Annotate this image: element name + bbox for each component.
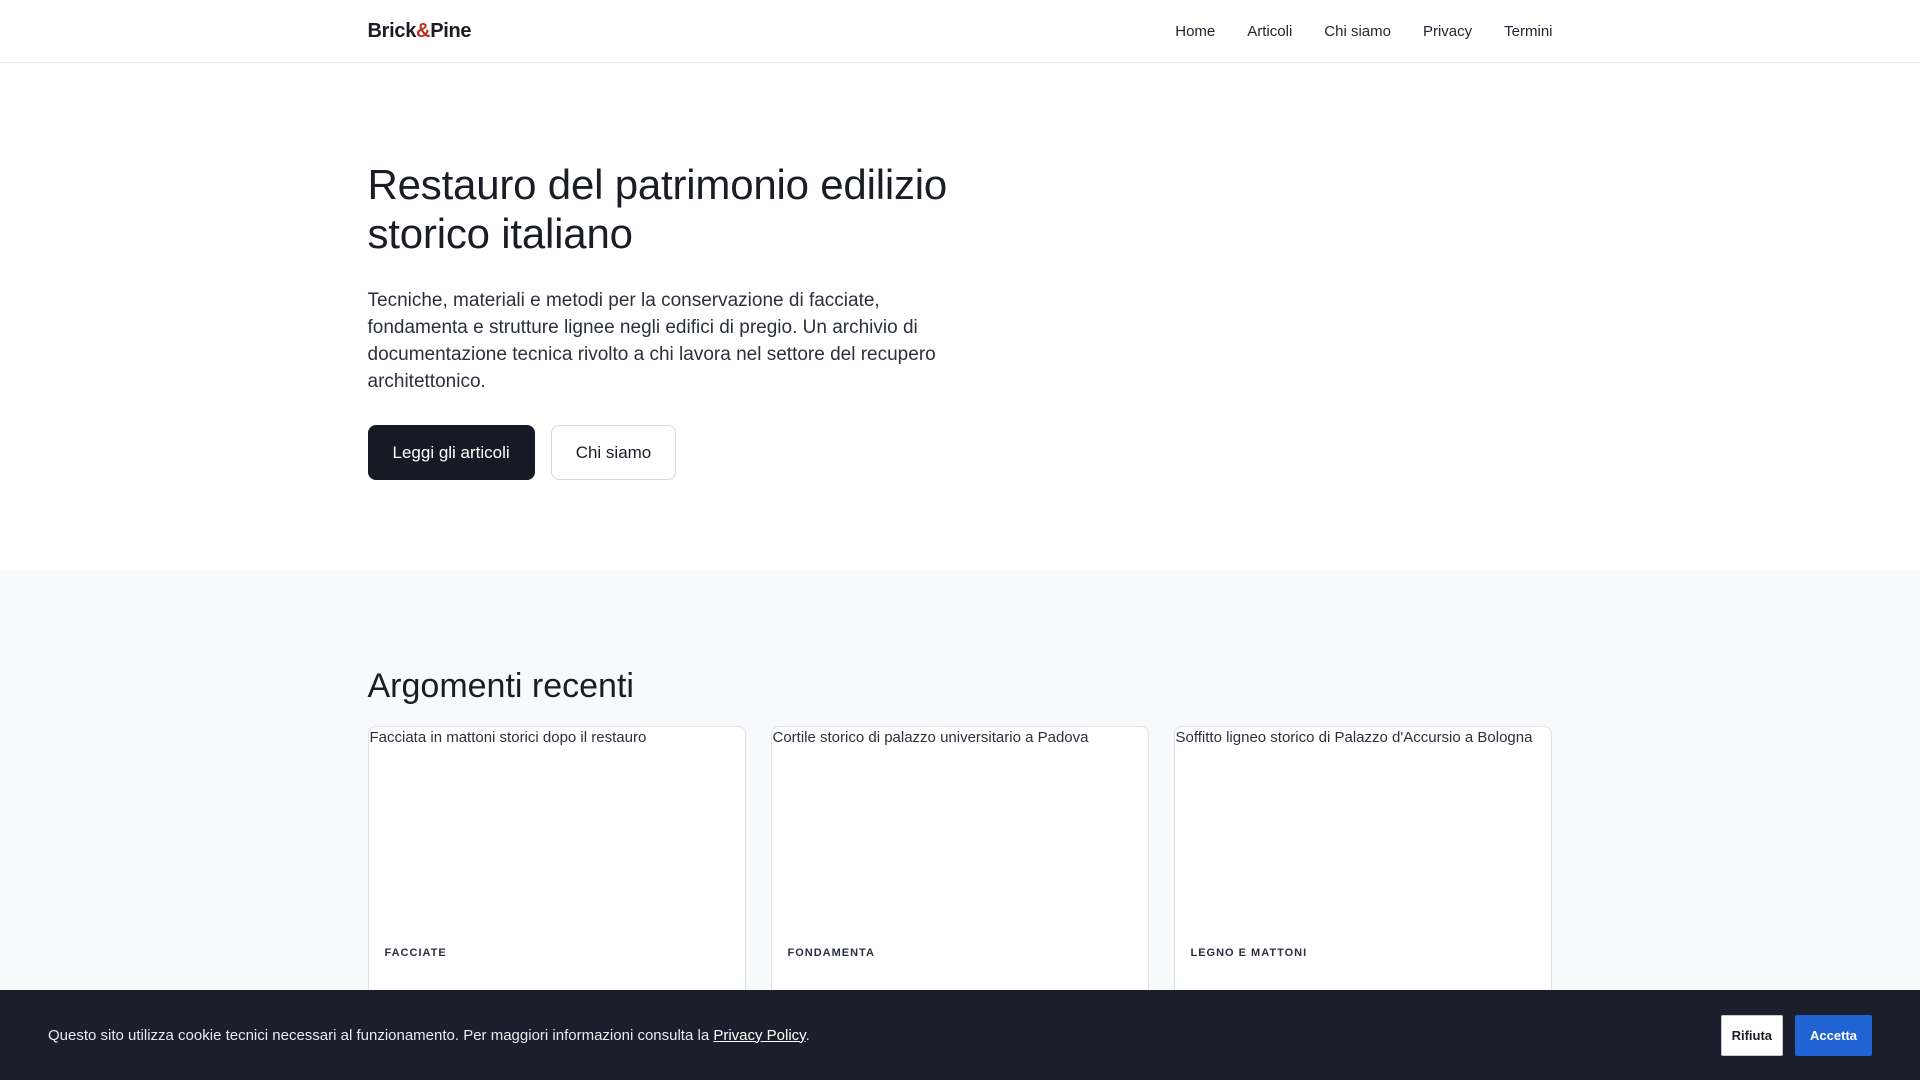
cookie-period: . (805, 1026, 810, 1044)
hero-description: Tecniche, materiali e metodi per la cons… (367, 290, 936, 392)
card-tag: FONDAMENTA (787, 947, 875, 959)
cookie-message: Questo sito utilizza cookie tecnici nece… (48, 1027, 810, 1044)
topics-heading: Argomenti recenti (367, 667, 634, 705)
card-tag: LEGNO E MATTONI (1190, 947, 1308, 959)
nav-link-articoli[interactable]: Articoli (1247, 23, 1292, 40)
card-image-placeholder: Facciata in mattoni storici dopo il rest… (369, 727, 745, 947)
site-logo[interactable]: Brick&Pine (368, 20, 472, 43)
reject-cookies-button[interactable]: Rifiuta (1720, 1014, 1784, 1056)
hero-section: Restauro del patrimonio edilizio storico… (0, 63, 1920, 571)
accept-cookies-button[interactable]: Accetta (1795, 1014, 1872, 1056)
card-tag: FACCIATE (384, 947, 447, 959)
card-image-placeholder: Soffitto ligneo storico di Palazzo d'Acc… (1175, 727, 1551, 947)
cookie-text: Questo sito utilizza cookie tecnici nece… (48, 1026, 714, 1044)
topic-cards: Facciata in mattoni storici dopo il rest… (367, 726, 1553, 1026)
topic-card-fondamenta[interactable]: Cortile storico di palazzo universitario… (770, 726, 1149, 1026)
cookie-buttons: Rifiuta Accetta (1720, 1014, 1872, 1056)
logo-ampersand: & (416, 19, 431, 42)
logo-brick: Brick (367, 19, 417, 42)
topic-card-facciate[interactable]: Facciata in mattoni storici dopo il rest… (367, 726, 746, 1026)
nav-link-chi-siamo[interactable]: Chi siamo (1324, 23, 1391, 40)
card-image-alt: Soffitto ligneo storico di Palazzo d'Acc… (1175, 729, 1533, 746)
logo-pine: Pine (430, 19, 472, 42)
site-header: Brick&Pine Home Articoli Chi siamo Priva… (0, 0, 1920, 63)
hero-title: Restauro del patrimonio edilizio storico… (367, 161, 948, 257)
card-image-placeholder: Cortile storico di palazzo universitario… (772, 727, 1148, 947)
topic-card-legno-e-mattoni[interactable]: Soffitto ligneo storico di Palazzo d'Acc… (1173, 726, 1552, 1026)
nav-link-home[interactable]: Home (1175, 23, 1215, 40)
card-image-alt: Cortile storico di palazzo universitario… (772, 729, 1089, 746)
nav-link-termini[interactable]: Termini (1504, 23, 1552, 40)
hero-buttons: Leggi gli articoli Chi siamo (367, 425, 1553, 480)
about-us-button[interactable]: Chi siamo (550, 425, 677, 480)
hero-container: Restauro del patrimonio edilizio storico… (367, 63, 1553, 480)
read-articles-button[interactable]: Leggi gli articoli (367, 425, 535, 480)
main-nav: Home Articoli Chi siamo Privacy Termini (1175, 23, 1552, 40)
topics-container: Argomenti recenti Facciata in mattoni st… (367, 571, 1553, 1026)
nav-link-privacy[interactable]: Privacy (1423, 23, 1472, 40)
header-container: Brick&Pine Home Articoli Chi siamo Priva… (368, 0, 1553, 62)
cookie-banner: Questo sito utilizza cookie tecnici nece… (0, 990, 1920, 1080)
card-image-alt: Facciata in mattoni storici dopo il rest… (369, 729, 647, 746)
privacy-policy-link[interactable]: Privacy Policy (713, 1027, 805, 1044)
